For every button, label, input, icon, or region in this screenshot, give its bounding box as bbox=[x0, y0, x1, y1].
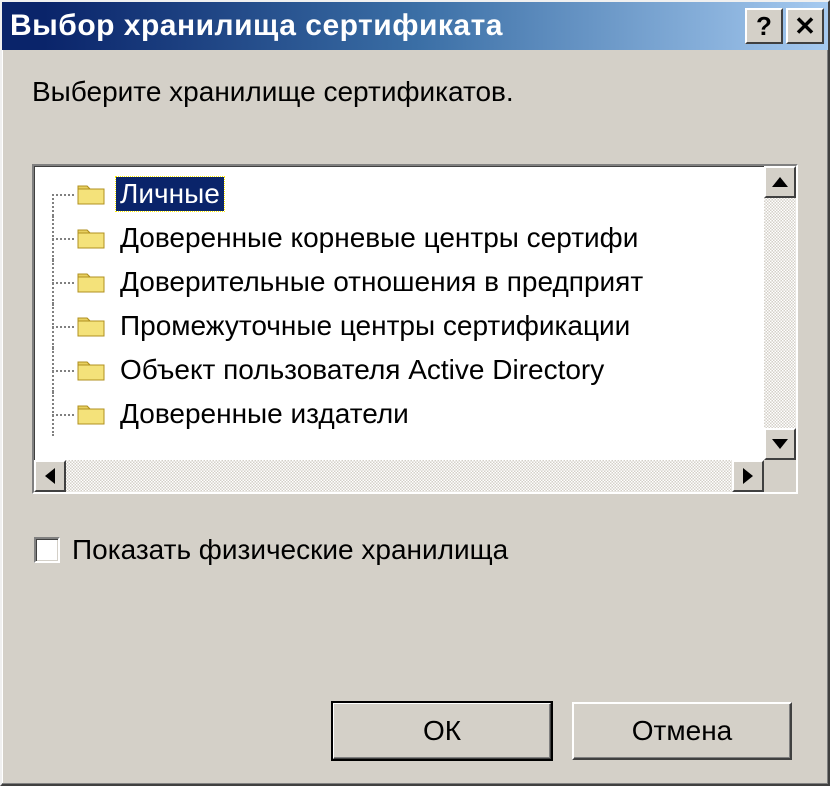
arrow-right-icon bbox=[743, 468, 753, 484]
scroll-down-button[interactable] bbox=[764, 428, 796, 460]
tree-item-label: Личные bbox=[116, 177, 224, 211]
tree-item-label: Доверительные отношения в предприят bbox=[116, 265, 647, 299]
cancel-button[interactable]: Отмена bbox=[572, 702, 792, 760]
folder-icon bbox=[76, 182, 106, 206]
arrow-left-icon bbox=[45, 468, 55, 484]
help-icon: ? bbox=[756, 11, 772, 42]
folder-icon bbox=[76, 314, 106, 338]
tree-item-label: Доверенные корневые центры сертифи bbox=[116, 221, 642, 255]
vertical-scrollbar[interactable] bbox=[764, 166, 796, 460]
tree-item[interactable]: Доверенные издатели bbox=[40, 392, 764, 436]
scroll-right-button[interactable] bbox=[732, 460, 764, 492]
horizontal-scrollbar[interactable] bbox=[34, 460, 764, 492]
arrow-up-icon bbox=[772, 177, 788, 187]
cancel-button-label: Отмена bbox=[632, 715, 732, 747]
tree-item[interactable]: Промежуточные центры сертификации bbox=[40, 304, 764, 348]
folder-icon bbox=[76, 226, 106, 250]
certificate-store-tree[interactable]: Личные Доверенные корневые центры сертиф… bbox=[32, 164, 798, 494]
certificate-store-dialog: Выбор хранилища сертификата ? ✕ Выберите… bbox=[0, 0, 830, 786]
close-button[interactable]: ✕ bbox=[786, 8, 824, 44]
checkbox-box bbox=[34, 537, 60, 563]
tree-content: Личные Доверенные корневые центры сертиф… bbox=[34, 166, 764, 460]
dialog-buttons: ОК Отмена bbox=[32, 702, 798, 760]
dialog-body: Выберите хранилище сертификатов. Личные … bbox=[2, 50, 828, 784]
folder-icon bbox=[76, 270, 106, 294]
scroll-up-button[interactable] bbox=[764, 166, 796, 198]
prompt-text: Выберите хранилище сертификатов. bbox=[32, 76, 798, 108]
tree-item-label: Доверенные издатели bbox=[116, 397, 413, 431]
close-icon: ✕ bbox=[794, 11, 816, 42]
tree-item[interactable]: Объект пользователя Active Directory bbox=[40, 348, 764, 392]
tree-item-label: Промежуточные центры сертификации bbox=[116, 309, 634, 343]
scroll-corner bbox=[764, 460, 796, 492]
scroll-left-button[interactable] bbox=[34, 460, 66, 492]
tree-item-label: Объект пользователя Active Directory bbox=[116, 353, 608, 387]
arrow-down-icon bbox=[772, 439, 788, 449]
folder-icon bbox=[76, 402, 106, 426]
show-physical-stores-checkbox[interactable]: Показать физические хранилища bbox=[34, 534, 798, 566]
titlebar[interactable]: Выбор хранилища сертификата ? ✕ bbox=[2, 2, 828, 50]
ok-button[interactable]: ОК bbox=[332, 702, 552, 760]
tree-item[interactable]: Доверительные отношения в предприят bbox=[40, 260, 764, 304]
tree-item[interactable]: Доверенные корневые центры сертифи bbox=[40, 216, 764, 260]
window-title: Выбор хранилища сертификата bbox=[10, 9, 745, 43]
help-button[interactable]: ? bbox=[745, 8, 783, 44]
checkbox-label: Показать физические хранилища bbox=[72, 534, 508, 566]
tree-item[interactable]: Личные bbox=[40, 172, 764, 216]
folder-icon bbox=[76, 358, 106, 382]
ok-button-label: ОК bbox=[423, 715, 461, 747]
titlebar-buttons: ? ✕ bbox=[745, 8, 824, 44]
